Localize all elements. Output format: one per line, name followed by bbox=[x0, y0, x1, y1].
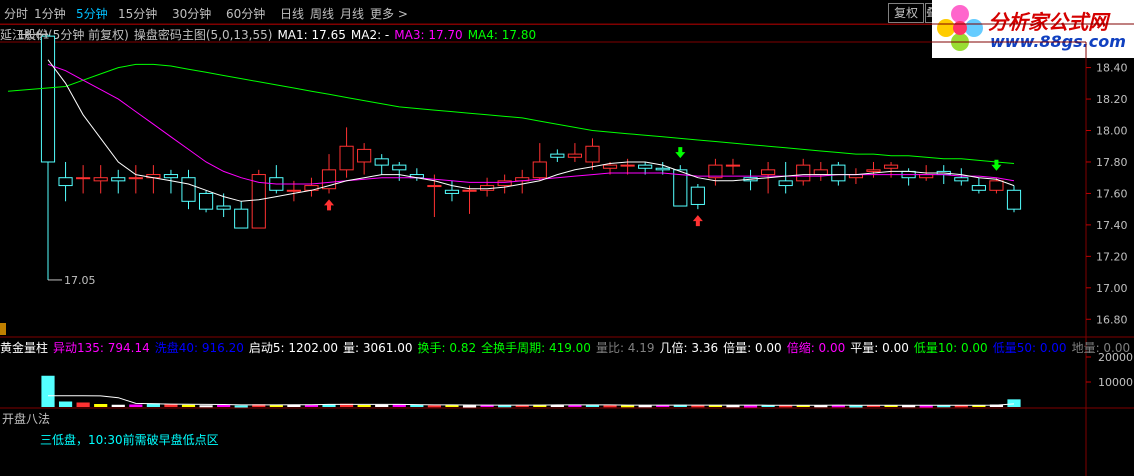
opening-method-title: 开盘八法 bbox=[2, 412, 51, 426]
candle-body bbox=[620, 164, 635, 167]
volume-bar bbox=[919, 405, 933, 408]
volume-bar bbox=[375, 404, 389, 407]
candle-body bbox=[76, 177, 91, 180]
volume-axis-label: 10000 bbox=[1098, 376, 1133, 389]
candle-body bbox=[392, 164, 407, 171]
indicator-item-1: 洗盘40: 916.20 bbox=[154, 341, 244, 355]
sell-arrow-icon bbox=[675, 147, 686, 159]
candle-body bbox=[971, 185, 986, 191]
price-tick-label: 17.40 bbox=[1096, 219, 1128, 232]
volume-bar bbox=[58, 401, 73, 407]
candle-body bbox=[690, 186, 705, 205]
candle-body bbox=[374, 158, 389, 166]
indicator-item-12: 低量50: 0.00 bbox=[992, 341, 1067, 355]
kline-chart[interactable]: 18.40 18.20 18.00 17.80 17.60 17.40 17.20 17.00… bbox=[0, 0, 1134, 476]
volume-bar bbox=[217, 405, 231, 407]
indicator-item-7: 几倍: 3.36 bbox=[659, 341, 719, 355]
candle-body bbox=[339, 145, 354, 171]
candle-body bbox=[357, 148, 372, 163]
candle-body bbox=[181, 177, 196, 202]
indicator-item-9: 倍缩: 0.00 bbox=[786, 341, 846, 355]
candle-body bbox=[585, 145, 600, 163]
price-tick-label: 18.20 bbox=[1096, 93, 1128, 106]
candle-body bbox=[796, 164, 811, 182]
volume-bar bbox=[164, 404, 178, 407]
indicator-item-13: 地量: 0.00 bbox=[1071, 341, 1131, 355]
price-tick-label: 18.40 bbox=[1096, 62, 1128, 75]
high-label: 18.61 bbox=[18, 29, 50, 42]
buy-arrow-icon bbox=[692, 215, 703, 227]
volume-ma-line bbox=[48, 395, 1015, 406]
candle-body bbox=[427, 185, 442, 188]
candle-body bbox=[234, 208, 249, 229]
candle-body bbox=[40, 35, 56, 163]
ma-magenta-line bbox=[47, 63, 1015, 185]
volume-bar bbox=[743, 405, 758, 408]
candle-body bbox=[216, 205, 231, 210]
candle-body bbox=[111, 177, 126, 182]
volume-bar bbox=[76, 402, 90, 407]
indicator-item-5: 全换手周期: 419.00 bbox=[481, 341, 591, 355]
candle-body bbox=[1006, 189, 1022, 210]
candle-body bbox=[550, 153, 565, 158]
volume-bar bbox=[1007, 399, 1021, 407]
candle-body bbox=[989, 180, 1004, 191]
candle-body bbox=[532, 161, 547, 179]
low-label: 17.05 bbox=[64, 274, 96, 287]
volume-bar bbox=[427, 405, 441, 408]
volume-bar bbox=[357, 405, 371, 407]
volume-bar bbox=[849, 405, 863, 408]
volume-bar bbox=[129, 404, 143, 407]
candle-body bbox=[638, 164, 653, 169]
candle-body bbox=[93, 177, 108, 182]
ma-green-line bbox=[7, 63, 1015, 164]
price-tick-label: 18.00 bbox=[1096, 125, 1128, 138]
price-tick-label: 17.80 bbox=[1096, 156, 1128, 169]
candle-body bbox=[655, 167, 670, 171]
candle-body bbox=[462, 189, 477, 192]
candle-body bbox=[128, 177, 143, 180]
indicator-item-6: 量比: 4.19 bbox=[595, 341, 655, 355]
buy-arrow-icon bbox=[324, 199, 335, 211]
indicator-item-4: 换手: 0.82 bbox=[417, 341, 477, 355]
indicator-item-2: 启动5: 1202.00 bbox=[248, 341, 339, 355]
volume-bar bbox=[111, 404, 125, 407]
price-tick-label: 17.20 bbox=[1096, 250, 1128, 263]
candle-body bbox=[831, 164, 846, 182]
volume-bar bbox=[41, 375, 55, 407]
indicator-item-11: 低量10: 0.00 bbox=[913, 341, 988, 355]
candle-body bbox=[602, 164, 618, 169]
candle-body bbox=[954, 177, 969, 182]
candle-body bbox=[813, 169, 828, 176]
candle-body bbox=[286, 189, 301, 192]
volume-bar bbox=[603, 405, 617, 408]
indicator-item-3: 量: 3061.00 bbox=[343, 341, 413, 355]
volume-bar bbox=[462, 405, 477, 408]
candle-body bbox=[58, 177, 73, 187]
volume-bar bbox=[199, 405, 213, 408]
price-tick-label: 17.60 bbox=[1096, 187, 1128, 200]
indicator-name: 黄金量柱 bbox=[0, 341, 49, 355]
price-tick-label: 17.00 bbox=[1096, 282, 1128, 295]
opening-method-text: 三低盘，10:30前需破早盘低点区 bbox=[40, 433, 219, 447]
candle-body bbox=[163, 174, 179, 179]
candle-body bbox=[198, 192, 214, 210]
candle-body bbox=[761, 169, 776, 176]
indicator-item-8: 倍量: 0.00 bbox=[723, 341, 782, 355]
price-tick-label: 16.80 bbox=[1096, 313, 1128, 326]
candle-body bbox=[567, 153, 582, 158]
indicator-item-0: 异动135: 794.14 bbox=[53, 341, 150, 355]
volume-bar bbox=[234, 405, 248, 408]
indicator-item-10: 平量: 0.00 bbox=[850, 341, 909, 355]
panel-scroll-marker bbox=[0, 323, 6, 335]
volume-bar bbox=[181, 404, 196, 407]
candle-body bbox=[725, 164, 741, 167]
candle-body bbox=[883, 164, 899, 169]
candle-body bbox=[444, 189, 460, 194]
candle-body bbox=[778, 180, 793, 187]
volume-bar bbox=[94, 404, 108, 407]
candle-body bbox=[866, 169, 881, 172]
volume-indicator-header: 黄金量柱 异动135: 794.14 洗盘40: 916.20 启动5: 1202.0… bbox=[0, 339, 1134, 355]
